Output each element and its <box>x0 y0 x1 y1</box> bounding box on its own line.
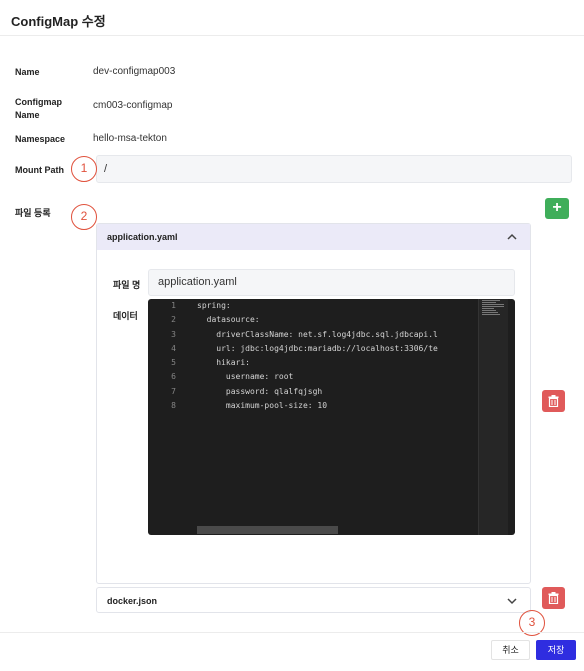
name-label: Name <box>15 67 40 77</box>
mount-path-label: Mount Path <box>15 165 64 175</box>
trash-icon <box>548 395 559 407</box>
mount-path-input[interactable]: / <box>96 155 572 183</box>
line-number: 3 <box>171 330 176 339</box>
line-number: 4 <box>171 344 176 353</box>
data-label: 데이터 <box>113 311 138 321</box>
code-line: 5 hikari: <box>148 356 478 370</box>
editor-horizontal-scrollbar[interactable] <box>197 526 338 534</box>
delete-file-button[interactable] <box>542 587 565 609</box>
file-panel-docker[interactable]: docker.json <box>96 587 531 613</box>
configmap-name-value: cm003-configmap <box>93 100 173 111</box>
namespace-value: hello-msa-tekton <box>93 133 167 144</box>
code-line: 7 password: qlalfqjsgh <box>148 385 478 399</box>
line-text: hikari: <box>197 358 250 367</box>
line-number: 8 <box>171 401 176 410</box>
add-file-button[interactable]: + <box>545 198 569 219</box>
line-text: spring: <box>197 301 231 310</box>
file-panel-header[interactable]: application.yaml <box>97 224 530 250</box>
configmap-name-label: Configmap Name <box>15 96 62 122</box>
cancel-button[interactable]: 취소 <box>491 640 530 660</box>
name-value: dev-configmap003 <box>93 66 176 77</box>
code-line: 4 url: jdbc:log4jdbc:mariadb://localhost… <box>148 342 478 356</box>
configmap-name-label-line2: Name <box>15 110 40 120</box>
line-number: 2 <box>171 315 176 324</box>
code-editor[interactable]: 1 spring: 2 datasource: 3 driverClassName… <box>148 299 515 535</box>
code-line: 6 username: root <box>148 370 478 384</box>
namespace-label: Namespace <box>15 134 66 144</box>
step-marker-1: 1 <box>71 156 97 182</box>
save-button[interactable]: 저장 <box>536 640 576 660</box>
line-number: 5 <box>171 358 176 367</box>
line-number: 1 <box>171 301 176 310</box>
line-text: password: qlalfqjsgh <box>197 387 323 396</box>
trash-icon <box>548 592 559 604</box>
file-register-label: 파일 등록 <box>15 208 51 218</box>
code-line: 1 spring: <box>148 299 478 313</box>
delete-file-button[interactable] <box>542 390 565 412</box>
code-line: 3 driverClassName: net.sf.log4jdbc.sql.j… <box>148 328 478 342</box>
dialog-header: ConfigMap 수정 <box>0 0 584 36</box>
line-number: 6 <box>171 372 176 381</box>
chevron-down-icon[interactable] <box>507 598 517 605</box>
page-title: ConfigMap 수정 <box>11 14 106 29</box>
editor-minimap[interactable] <box>478 299 508 535</box>
chevron-up-icon[interactable] <box>507 233 517 240</box>
file-panel-title: docker.json <box>107 596 158 606</box>
configmap-name-label-line1: Configmap <box>15 97 62 107</box>
line-text: maximum-pool-size: 10 <box>197 401 328 410</box>
code-line: 2 datasource: <box>148 313 478 327</box>
line-number: 7 <box>171 387 176 396</box>
line-text: datasource: <box>197 315 260 324</box>
line-text: driverClassName: net.sf.log4jdbc.sql.jdb… <box>197 330 438 339</box>
code-line: 8 maximum-pool-size: 10 <box>148 399 478 413</box>
line-text: url: jdbc:log4jdbc:mariadb://localhost:3… <box>197 344 438 353</box>
file-panel-title: application.yaml <box>107 232 178 242</box>
filename-label: 파일 명 <box>113 280 141 290</box>
line-text: username: root <box>197 372 294 381</box>
step-marker-2: 2 <box>71 204 97 230</box>
filename-input[interactable]: application.yaml <box>148 269 515 296</box>
